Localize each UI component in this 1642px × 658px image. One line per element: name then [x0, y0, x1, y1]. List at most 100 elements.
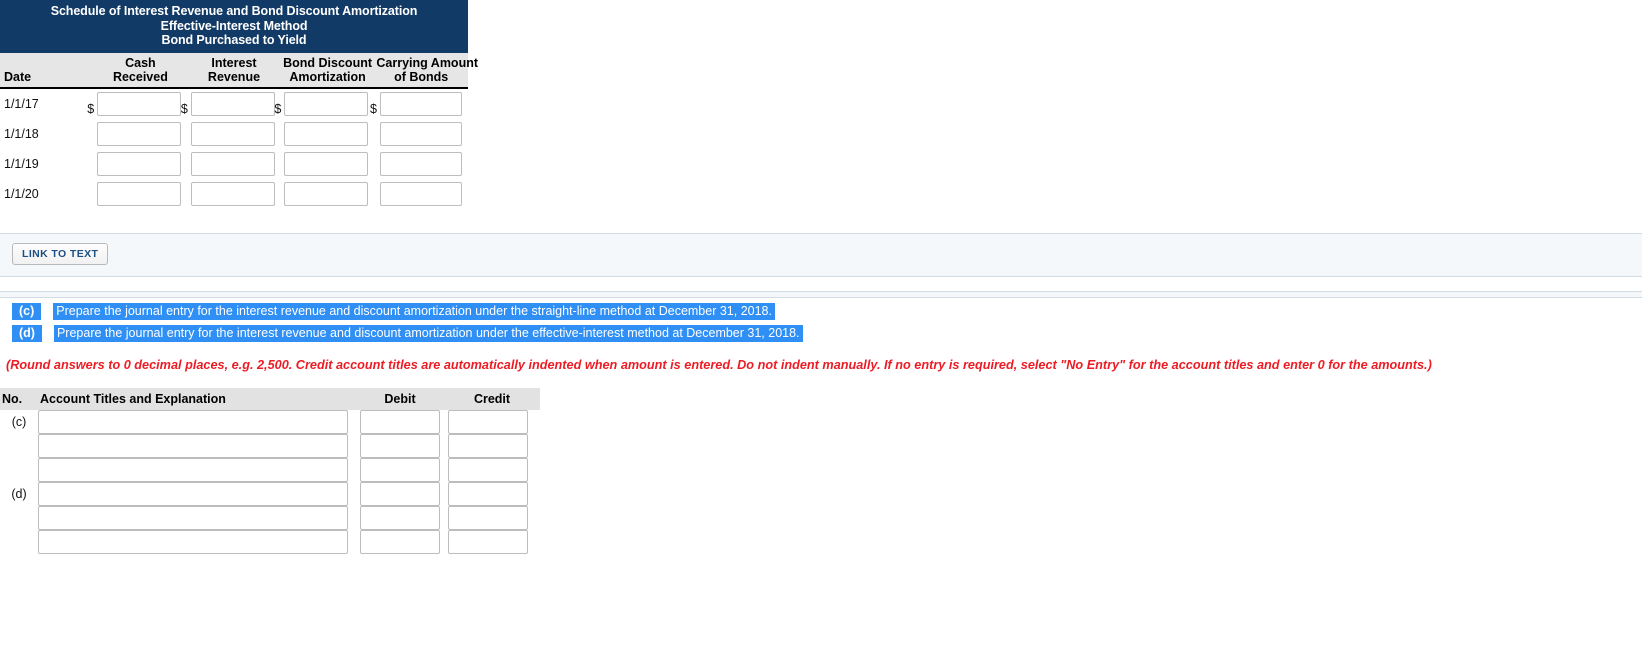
question-c-label: (c) [12, 303, 42, 320]
column-header-carrying-amount: Carrying Amount of Bonds [374, 52, 478, 89]
journal-cell-credit [444, 530, 540, 554]
journal-cell-account [38, 458, 356, 482]
carrying-amount-input[interactable] [380, 91, 462, 116]
journal-cell-debit [356, 506, 444, 530]
journal-row-no [0, 458, 38, 482]
column-header-interest-line-1: Interest [211, 55, 257, 70]
cash-received-input[interactable] [97, 121, 182, 146]
carrying-amount-input[interactable] [380, 121, 462, 146]
cash-received-input[interactable] [97, 151, 182, 176]
debit-input[interactable] [360, 530, 440, 554]
account-title-input[interactable] [38, 482, 348, 506]
schedule-cell-interest: $ [187, 149, 281, 179]
debit-input[interactable] [360, 506, 440, 530]
schedule-cell-discount: $ [281, 179, 375, 209]
carrying-amount-input[interactable] [380, 181, 462, 206]
interest-revenue-input[interactable] [190, 91, 275, 116]
schedule-row-date: 1/1/19 [4, 156, 39, 171]
schedule-title-row: Schedule of Interest Revenue and Bond Di… [0, 0, 468, 53]
schedule-row: 1/1/18 $ $ $ [0, 119, 468, 149]
schedule-row-date: 1/1/20 [4, 186, 39, 201]
currency-symbol: $ [370, 101, 377, 116]
schedule-cell-cash: $ [94, 149, 188, 179]
credit-input[interactable] [448, 530, 528, 554]
journal-table-body: (c) (d) [0, 410, 540, 554]
column-header-carrying-line-2: of Bonds [394, 69, 449, 84]
carrying-amount-input[interactable] [380, 151, 462, 176]
journal-cell-account [38, 410, 356, 434]
schedule-row-date: 1/1/17 [4, 96, 39, 111]
question-d: (d) Prepare the journal entry for the int… [0, 325, 803, 342]
journal-entry-section: No. Account Titles and Explanation Debit… [0, 388, 540, 554]
account-title-input[interactable] [38, 410, 348, 434]
journal-cell-debit [356, 530, 444, 554]
journal-header-no: No. [0, 388, 38, 410]
table-row [0, 530, 540, 554]
account-title-input[interactable] [38, 458, 348, 482]
column-header-interest-revenue: Interest Revenue [187, 52, 281, 89]
journal-cell-debit [356, 434, 444, 458]
schedule-table: Schedule of Interest Revenue and Bond Di… [0, 0, 478, 209]
column-header-date-line-2: Date [4, 69, 32, 84]
journal-cell-debit [356, 458, 444, 482]
journal-header-credit: Credit [444, 388, 540, 410]
journal-header-row: No. Account Titles and Explanation Debit… [0, 388, 540, 410]
journal-header-debit: Debit [356, 388, 444, 410]
schedule-cell-interest: $ [181, 88, 281, 119]
journal-cell-account [38, 506, 356, 530]
account-title-input[interactable] [38, 434, 348, 458]
credit-input[interactable] [448, 434, 528, 458]
bond-discount-amortization-input[interactable] [284, 181, 369, 206]
journal-row-no: (c) [11, 415, 27, 429]
schedule-cell-discount: $ [274, 88, 375, 119]
journal-cell-account [38, 482, 356, 506]
journal-row-no [0, 506, 38, 530]
rounding-instructions-note: (Round answers to 0 decimal places, e.g.… [6, 358, 1432, 372]
schedule-cell-interest: $ [187, 179, 281, 209]
schedule-row-date: 1/1/18 [4, 126, 39, 141]
table-row [0, 506, 540, 530]
bond-discount-amortization-input[interactable] [284, 121, 369, 146]
debit-input[interactable] [360, 482, 440, 506]
journal-cell-credit [444, 482, 540, 506]
bond-discount-amortization-input[interactable] [284, 151, 369, 176]
credit-input[interactable] [448, 410, 528, 434]
schedule-cell-carrying: $ [374, 149, 468, 179]
journal-row-no [0, 434, 38, 458]
schedule-header-row: Date Cash Received Interest Revenue Bond… [0, 52, 478, 89]
journal-cell-credit [444, 506, 540, 530]
account-title-input[interactable] [38, 506, 348, 530]
credit-input[interactable] [448, 458, 528, 482]
cash-received-input[interactable] [97, 181, 182, 206]
debit-input[interactable] [360, 434, 440, 458]
interest-revenue-input[interactable] [190, 151, 275, 176]
question-c-text: Prepare the journal entry for the intere… [53, 303, 775, 320]
journal-cell-account [38, 434, 356, 458]
schedule-cell-cash: $ [94, 119, 188, 149]
interest-revenue-input[interactable] [190, 121, 275, 146]
schedule-table-body: Schedule of Interest Revenue and Bond Di… [0, 0, 478, 209]
schedule-cell-discount: $ [281, 119, 375, 149]
schedule-title-line-3: Bond Purchased to Yield [161, 33, 307, 47]
debit-input[interactable] [360, 410, 440, 434]
debit-input[interactable] [360, 458, 440, 482]
column-header-bond-discount-amortization: Bond Discount Amortization [280, 52, 375, 89]
credit-input[interactable] [448, 482, 528, 506]
column-header-carrying-line-1: Carrying Amount [376, 55, 478, 70]
interest-revenue-input[interactable] [190, 181, 275, 206]
column-header-discount-line-2: Amortization [289, 69, 366, 84]
credit-input[interactable] [448, 506, 528, 530]
account-title-input[interactable] [38, 530, 348, 554]
link-to-text-panel: LINK TO TEXT [0, 233, 1642, 277]
schedule-cell-interest: $ [187, 119, 281, 149]
schedule-row: 1/1/20 $ $ $ [0, 179, 468, 209]
cash-received-input[interactable] [97, 91, 182, 116]
column-header-cash-line-2: Received [112, 69, 168, 84]
schedule-cell-cash: $ [94, 179, 188, 209]
table-row: (d) [0, 482, 540, 506]
bond-discount-amortization-input[interactable] [284, 91, 369, 116]
schedule-title-line-1: Schedule of Interest Revenue and Bond Di… [50, 4, 418, 18]
link-to-text-button[interactable]: LINK TO TEXT [12, 243, 109, 265]
currency-symbol: $ [87, 101, 95, 116]
amortization-schedule: Schedule of Interest Revenue and Bond Di… [0, 0, 478, 209]
